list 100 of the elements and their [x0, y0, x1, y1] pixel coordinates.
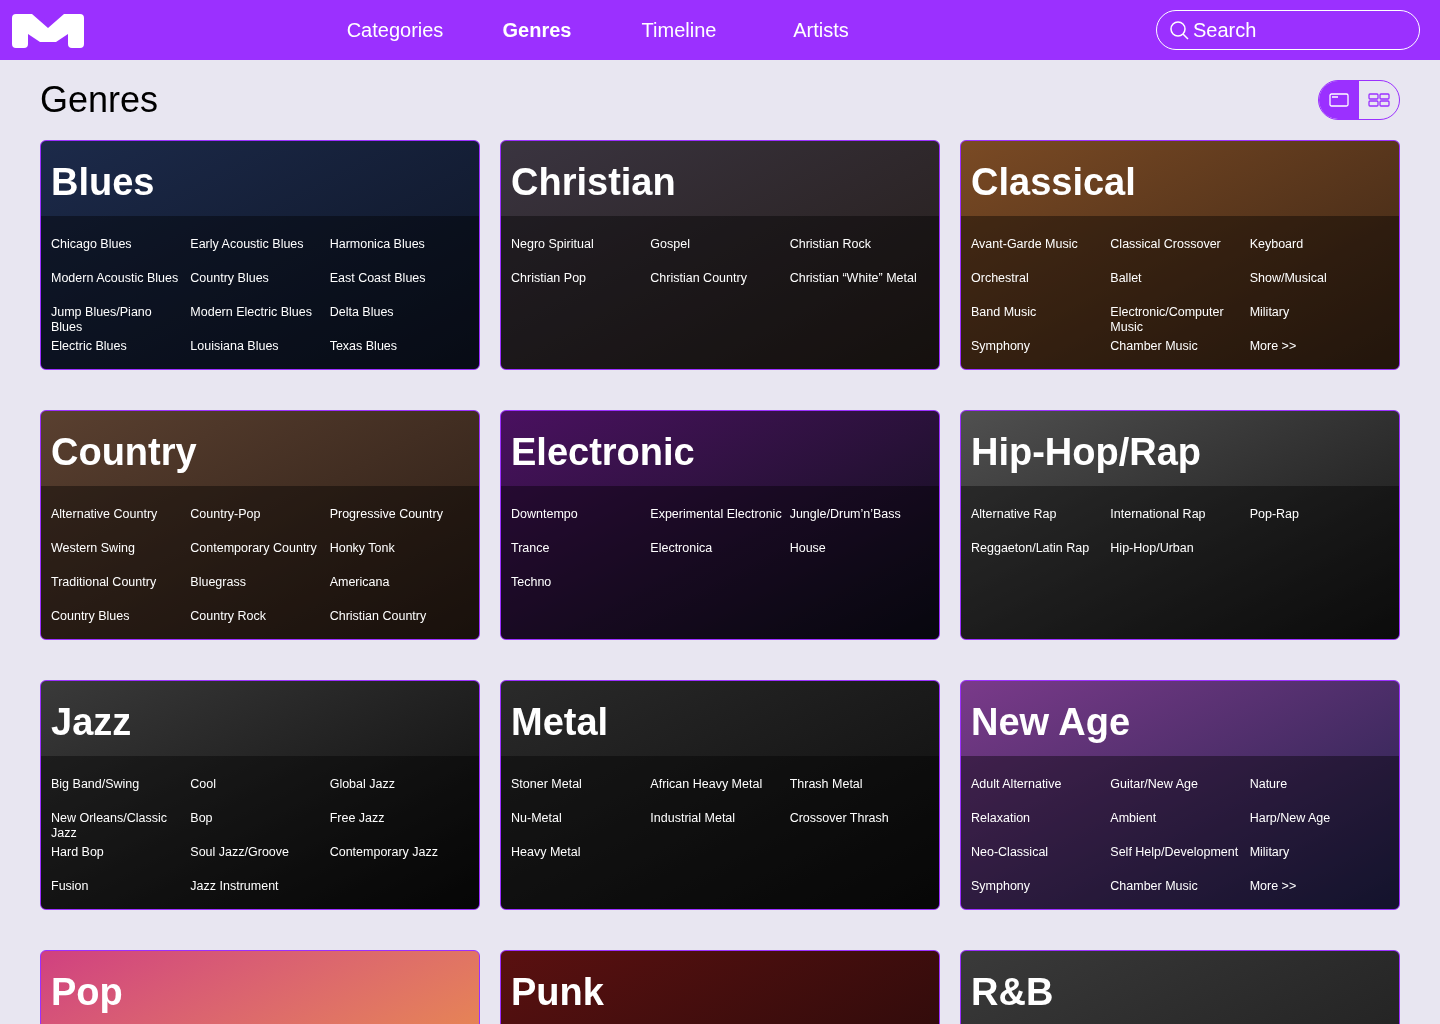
subgenre-link[interactable]: Adult Alternative: [971, 777, 1062, 792]
subgenre-link[interactable]: Fusion: [51, 879, 89, 894]
subgenre-link[interactable]: Country Blues: [190, 271, 269, 286]
genre-card[interactable]: New Age Adult Alternative Guitar/New Age Nature Relaxation Ambient Harp/New Age Neo-Classical Self Help/Development Military Symphony Chamber Music More >>: [960, 680, 1400, 910]
subgenre-link[interactable]: Free Jazz: [329, 811, 385, 826]
subgenre-link[interactable]: Hip-Hop/Urban: [1110, 541, 1194, 556]
subgenre-link[interactable]: Negro Spiritual: [511, 237, 594, 252]
subgenre-link[interactable]: Delta Blues: [329, 305, 394, 320]
subgenre-link[interactable]: Modern Electric Blues: [190, 305, 312, 320]
subgenre-link[interactable]: Louisiana Blues: [190, 339, 279, 354]
subgenre-link[interactable]: Western Swing: [51, 541, 135, 556]
subgenre-link[interactable]: Chamber Music: [1110, 879, 1198, 894]
subgenre-link[interactable]: Country-Pop: [190, 507, 261, 522]
subgenre-link[interactable]: Bluegrass: [190, 575, 246, 590]
subgenre-link[interactable]: Honky Tonk: [329, 541, 395, 556]
subgenre-link[interactable]: Experimental Electronic: [650, 507, 782, 522]
genre-card[interactable]: [40, 140, 480, 370]
subgenre-link[interactable]: Christian Rock: [789, 237, 871, 252]
subgenre-link[interactable]: Chamber Music: [1110, 339, 1198, 354]
subgenre-link[interactable]: Electric Blues: [51, 339, 127, 354]
subgenre-link[interactable]: Progressive Country: [329, 507, 443, 522]
subgenre-link[interactable]: Americana: [329, 575, 390, 590]
subgenre-link[interactable]: Global Jazz: [329, 777, 395, 792]
subgenre-link[interactable]: Ballet: [1110, 271, 1142, 286]
subgenre-link[interactable]: Relaxation: [971, 811, 1031, 826]
subgenre-link[interactable]: Soul Jazz/Groove: [190, 845, 289, 860]
subgenre-link[interactable]: Nature: [1249, 777, 1288, 792]
genre-card[interactable]: Metal Stoner Metal African Heavy Metal Thrash Metal Nu-Metal Industrial Metal Crossover Thrash Heavy Metal: [500, 680, 940, 910]
subgenre-link[interactable]: Reggaeton/Latin Rap: [971, 541, 1090, 556]
subgenre-link[interactable]: Jump Blues/Piano Blues: [51, 305, 183, 335]
subgenre-link[interactable]: Ambient: [1110, 811, 1157, 826]
subgenre-link[interactable]: Country Rock: [190, 609, 267, 624]
subgenre-link[interactable]: Jazz Instrument: [190, 879, 279, 894]
subgenre-link[interactable]: Techno: [511, 575, 552, 590]
genre-card[interactable]: Electronic Downtempo Experimental Electronic Jungle/Drum’n’Bass Trance Electronica House Techno: [500, 410, 940, 640]
subgenre-link[interactable]: Thrash Metal: [789, 777, 863, 792]
subgenre-link[interactable]: Keyboard: [1249, 237, 1304, 252]
subgenre-link[interactable]: Stoner Metal: [511, 777, 582, 792]
genre-card[interactable]: R&B: [960, 950, 1400, 1024]
genre-card[interactable]: Christian Negro Spiritual Gospel Christian Rock Christian Pop Christian Country Christian “White” Metal: [500, 140, 940, 370]
nav-link[interactable]: Genres: [466, 15, 608, 45]
subgenre-link[interactable]: More >>: [1249, 879, 1297, 894]
view-toggle-button[interactable]: [1319, 81, 1359, 119]
subgenre-link[interactable]: Self Help/Development: [1110, 845, 1239, 860]
subgenre-link[interactable]: Jungle/Drum’n’Bass: [789, 507, 901, 522]
subgenre-link[interactable]: Gospel: [650, 237, 690, 252]
subgenre-link[interactable]: Military: [1249, 845, 1290, 860]
subgenre-link[interactable]: Chicago Blues: [51, 237, 132, 252]
subgenre-link[interactable]: New Orleans/Classic Jazz: [51, 811, 183, 841]
subgenre-link[interactable]: Contemporary Jazz: [329, 845, 439, 860]
subgenre-link[interactable]: Harmonica Blues: [329, 237, 425, 252]
subgenre-link[interactable]: Show/Musical: [1249, 271, 1327, 286]
subgenre-link[interactable]: Christian Country: [650, 271, 747, 286]
subgenre-link[interactable]: Orchestral: [971, 271, 1029, 286]
subgenre-link[interactable]: Symphony: [971, 339, 1031, 354]
subgenre-link[interactable]: Christian “White” Metal: [789, 271, 917, 286]
subgenre-link[interactable]: Country Blues: [51, 609, 130, 624]
subgenre-link[interactable]: African Heavy Metal: [650, 777, 763, 792]
subgenre-link[interactable]: Traditional Country: [51, 575, 157, 590]
search-field[interactable]: Search: [1156, 10, 1420, 50]
subgenre-link[interactable]: Trance: [511, 541, 550, 556]
subgenre-link[interactable]: Avant-Garde Music: [971, 237, 1078, 252]
subgenre-link[interactable]: Big Band/Swing: [51, 777, 140, 792]
nav-link[interactable]: Categories: [324, 15, 466, 45]
subgenre-link[interactable]: Alternative Country: [51, 507, 158, 522]
genre-card[interactable]: Punk: [500, 950, 940, 1024]
subgenre-link[interactable]: House: [789, 541, 826, 556]
nav-link[interactable]: Artists: [750, 15, 892, 45]
subgenre-link[interactable]: Industrial Metal: [650, 811, 736, 826]
genre-card[interactable]: Jazz Big Band/Swing Cool Global Jazz New Orleans/Classic Jazz Bop Free Jazz Hard Bop Soul Jazz/Groove Contemporary Jazz Fusion Jazz Instrument: [40, 680, 480, 910]
subgenre-link[interactable]: More >>: [1249, 339, 1297, 354]
subgenre-link[interactable]: Nu-Metal: [511, 811, 562, 826]
subgenre-link[interactable]: Christian Country: [329, 609, 427, 624]
subgenre-link[interactable]: East Coast Blues: [329, 271, 426, 286]
subgenre-link[interactable]: International Rap: [1110, 507, 1206, 522]
subgenre-link[interactable]: Heavy Metal: [511, 845, 581, 860]
subgenre-link[interactable]: Military: [1249, 305, 1290, 320]
subgenre-link[interactable]: Alternative Rap: [971, 507, 1057, 522]
logo-icon[interactable]: [12, 12, 84, 48]
subgenre-link[interactable]: Neo-Classical: [971, 845, 1049, 860]
subgenre-link[interactable]: Early Acoustic Blues: [190, 237, 304, 252]
genre-card[interactable]: Hip-Hop/Rap Alternative Rap International Rap Pop-Rap Reggaeton/Latin Rap Hip-Hop/Urban: [960, 410, 1400, 640]
subgenre-link[interactable]: Contemporary Country: [190, 541, 317, 556]
subgenre-link[interactable]: Guitar/New Age: [1110, 777, 1198, 792]
nav-link[interactable]: Timeline: [608, 15, 750, 45]
subgenre-link[interactable]: Texas Blues: [329, 339, 398, 354]
subgenre-link[interactable]: Crossover Thrash: [789, 811, 889, 826]
genre-card[interactable]: Pop: [40, 950, 480, 1024]
subgenre-link[interactable]: Cool: [190, 777, 217, 792]
genre-card[interactable]: Classical Avant-Garde Music Classical Crossover Keyboard Orchestral Ballet Show/Musical Band Music Electronic/Computer Music Military Symphony Chamber Music More >>: [960, 140, 1400, 370]
subgenre-link[interactable]: Downtempo: [511, 507, 578, 522]
subgenre-link[interactable]: Christian Pop: [511, 271, 587, 286]
subgenre-link[interactable]: Electronica: [650, 541, 713, 556]
subgenre-link[interactable]: Modern Acoustic Blues: [51, 271, 179, 286]
subgenre-link[interactable]: Harp/New Age: [1249, 811, 1331, 826]
subgenre-link[interactable]: Electronic/Computer Music: [1110, 305, 1242, 335]
subgenre-link[interactable]: Bop: [190, 811, 213, 826]
subgenre-link[interactable]: Hard Bop: [51, 845, 104, 860]
subgenre-link[interactable]: Classical Crossover: [1110, 237, 1221, 252]
subgenre-link[interactable]: Symphony: [971, 879, 1031, 894]
